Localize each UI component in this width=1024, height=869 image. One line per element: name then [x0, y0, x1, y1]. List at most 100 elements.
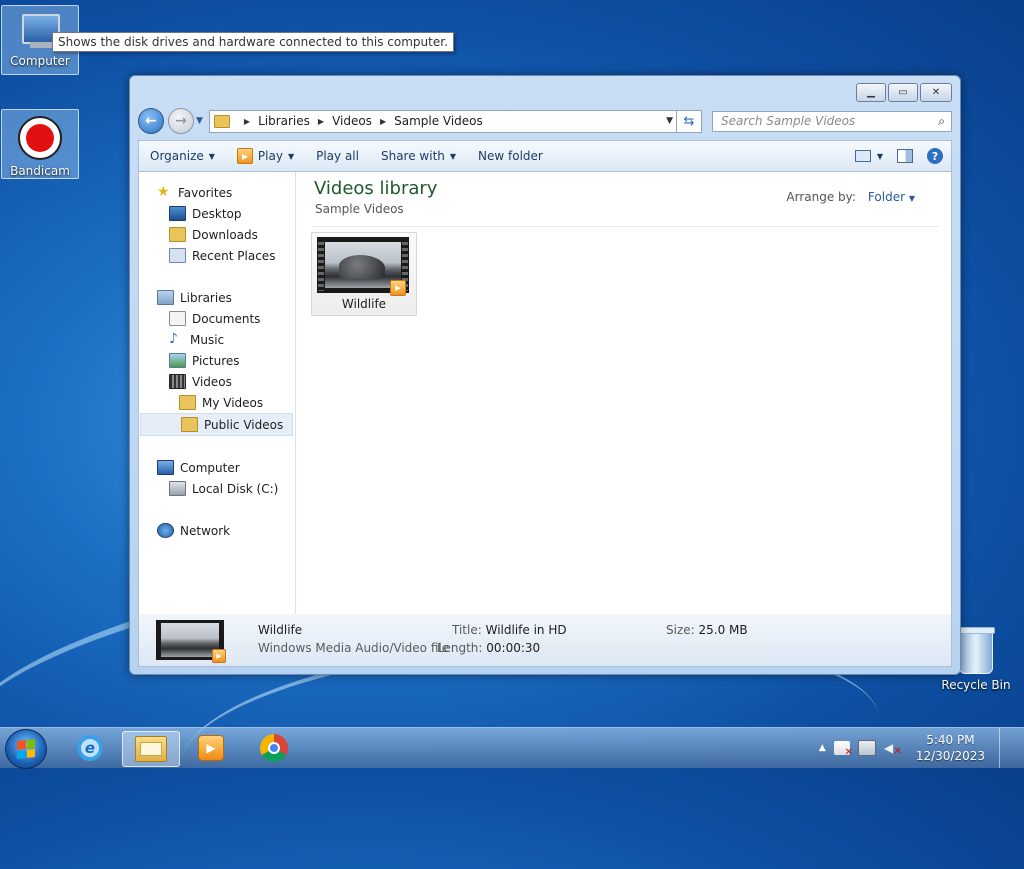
chevron-right-icon[interactable]: ▶	[244, 117, 250, 126]
network-status-icon[interactable]	[857, 740, 876, 756]
new-folder-label: New folder	[478, 149, 543, 163]
help-button[interactable]: ?	[927, 148, 943, 164]
nav-item-favorites[interactable]: ★ Favorites	[139, 182, 295, 203]
search-input[interactable]: Search Sample Videos ⌕	[712, 110, 952, 132]
file-tile[interactable]: ▶ Wildlife	[311, 232, 417, 316]
clock-time: 5:40 PM	[926, 733, 975, 747]
star-icon: ★	[157, 184, 170, 200]
view-icon	[854, 150, 871, 162]
network-icon	[157, 523, 174, 538]
chevron-right-icon[interactable]: ▶	[380, 117, 386, 126]
downloads-folder-icon	[169, 227, 186, 242]
nav-item-label: Local Disk (C:)	[192, 481, 279, 496]
file-list-pane: Videos library Sample Videos Arrange by:…	[296, 172, 951, 614]
address-bar[interactable]: ▶ Libraries ▶ Videos ▶ Sample Videos ▼ ⇆	[208, 109, 702, 133]
action-center-flag-icon[interactable]: ✕	[833, 741, 853, 758]
details-length-value: 00:00:30	[486, 641, 541, 655]
new-folder-button[interactable]: New folder	[467, 149, 554, 163]
clock[interactable]: 5:40 PM 12/30/2023	[916, 732, 985, 764]
breadcrumb-libraries[interactable]: Libraries	[258, 114, 310, 128]
volume-muted-icon[interactable]: ◀ ✕	[884, 741, 902, 757]
show-desktop-button[interactable]	[999, 728, 1010, 768]
chevron-down-icon: ▼	[908, 194, 915, 203]
nav-item-label: Documents	[192, 311, 261, 326]
desktop-icon-bandicam[interactable]: Bandicam	[1, 109, 79, 179]
folder-icon	[213, 114, 230, 128]
nav-item-label: Libraries	[180, 290, 232, 305]
taskbar-windows-explorer[interactable]	[122, 731, 180, 767]
taskbar-internet-explorer[interactable]: e	[62, 731, 118, 765]
share-with-menu[interactable]: Share with ▼	[370, 149, 467, 163]
windows-logo-icon	[17, 739, 35, 759]
search-icon: ⌕	[938, 113, 945, 128]
play-menu[interactable]: ▶ Play ▼	[226, 148, 305, 164]
maximize-button[interactable]: ▭	[888, 83, 918, 102]
details-file-name: Wildlife	[258, 623, 303, 637]
details-pane: ▶ Wildlife Windows Media Audio/Video fil…	[138, 614, 952, 667]
desktop-icon-label: Recycle Bin	[941, 678, 1011, 692]
desktop-icon	[169, 206, 186, 221]
play-label: Play	[257, 149, 283, 163]
recent-pages-dropdown[interactable]: ▼	[196, 116, 203, 126]
music-note-icon: ♪	[169, 331, 178, 347]
library-title: Videos library	[314, 178, 438, 199]
minimize-icon: ▁	[867, 87, 875, 98]
chevron-down-icon: ▼	[449, 151, 457, 161]
taskbar-chrome[interactable]	[246, 731, 302, 765]
back-button[interactable]: ←	[138, 108, 164, 134]
nav-item-network[interactable]: Network	[139, 520, 295, 541]
refresh-icon: ⇆	[683, 113, 695, 129]
close-button[interactable]: ✕	[920, 83, 952, 102]
chevron-right-icon[interactable]: ▶	[318, 117, 324, 126]
refresh-button[interactable]: ⇆	[676, 110, 701, 132]
folder-icon	[181, 417, 198, 432]
windows-explorer-icon	[135, 736, 167, 762]
nav-item-videos[interactable]: Videos	[139, 371, 295, 392]
nav-item-label: Favorites	[178, 185, 233, 200]
breadcrumb-sample-videos[interactable]: Sample Videos	[394, 114, 483, 128]
nav-item-documents[interactable]: Documents	[139, 308, 295, 329]
show-hidden-icons-button[interactable]: ▲	[819, 743, 826, 753]
arrange-by-dropdown[interactable]: Folder ▼	[868, 190, 915, 204]
content-area: ★ Favorites Desktop Downloads Recent Plac…	[138, 171, 952, 615]
preview-pane-button[interactable]	[897, 149, 913, 163]
forward-button[interactable]: →	[168, 108, 194, 134]
recent-places-icon	[169, 248, 186, 263]
play-icon: ▶	[236, 148, 253, 164]
internet-explorer-icon: e	[77, 735, 103, 761]
play-all-button[interactable]: Play all	[305, 149, 370, 163]
nav-item-downloads[interactable]: Downloads	[139, 224, 295, 245]
system-tray: ▲ ✕ ◀ ✕ 5:40 PM 12/30/2023	[819, 728, 1024, 768]
change-view-button[interactable]: ▼	[854, 150, 883, 162]
nav-item-pictures[interactable]: Pictures	[139, 350, 295, 371]
organize-label: Organize	[150, 149, 204, 163]
details-size-label: Size:	[666, 623, 695, 637]
nav-item-label: Recent Places	[192, 248, 276, 263]
file-tile-label: Wildlife	[341, 297, 387, 311]
clock-date: 12/30/2023	[915, 749, 985, 763]
nav-item-music[interactable]: ♪ Music	[139, 329, 295, 350]
nav-item-local-disk[interactable]: Local Disk (C:)	[139, 478, 295, 499]
forward-arrow-icon: →	[175, 113, 187, 129]
breadcrumb-videos[interactable]: Videos	[332, 114, 372, 128]
window-controls: ▁ ▭ ✕	[856, 83, 952, 102]
taskbar-windows-media-player[interactable]: ▶	[183, 731, 239, 765]
desktop-icon-label: Bandicam	[10, 164, 70, 178]
organize-menu[interactable]: Organize ▼	[139, 149, 226, 163]
nav-item-libraries[interactable]: Libraries	[139, 287, 295, 308]
minimize-button[interactable]: ▁	[856, 83, 886, 102]
details-file-type: Windows Media Audio/Video file	[258, 641, 450, 655]
nav-item-my-videos[interactable]: My Videos	[139, 392, 295, 413]
nav-item-computer[interactable]: Computer	[139, 457, 295, 478]
chevron-down-icon: ▼	[208, 151, 215, 161]
maximize-icon: ▭	[898, 87, 908, 98]
nav-item-recent-places[interactable]: Recent Places	[139, 245, 295, 266]
details-size-value: 25.0 MB	[698, 623, 748, 637]
nav-item-label: Videos	[192, 374, 232, 389]
nav-item-desktop[interactable]: Desktop	[139, 203, 295, 224]
tooltip: Shows the disk drives and hardware conne…	[52, 32, 454, 52]
start-button[interactable]	[5, 729, 47, 769]
nav-item-public-videos[interactable]: Public Videos	[140, 413, 293, 436]
details-title-value[interactable]: Wildlife in HD	[486, 623, 567, 637]
address-dropdown-icon[interactable]: ▼	[666, 116, 673, 126]
